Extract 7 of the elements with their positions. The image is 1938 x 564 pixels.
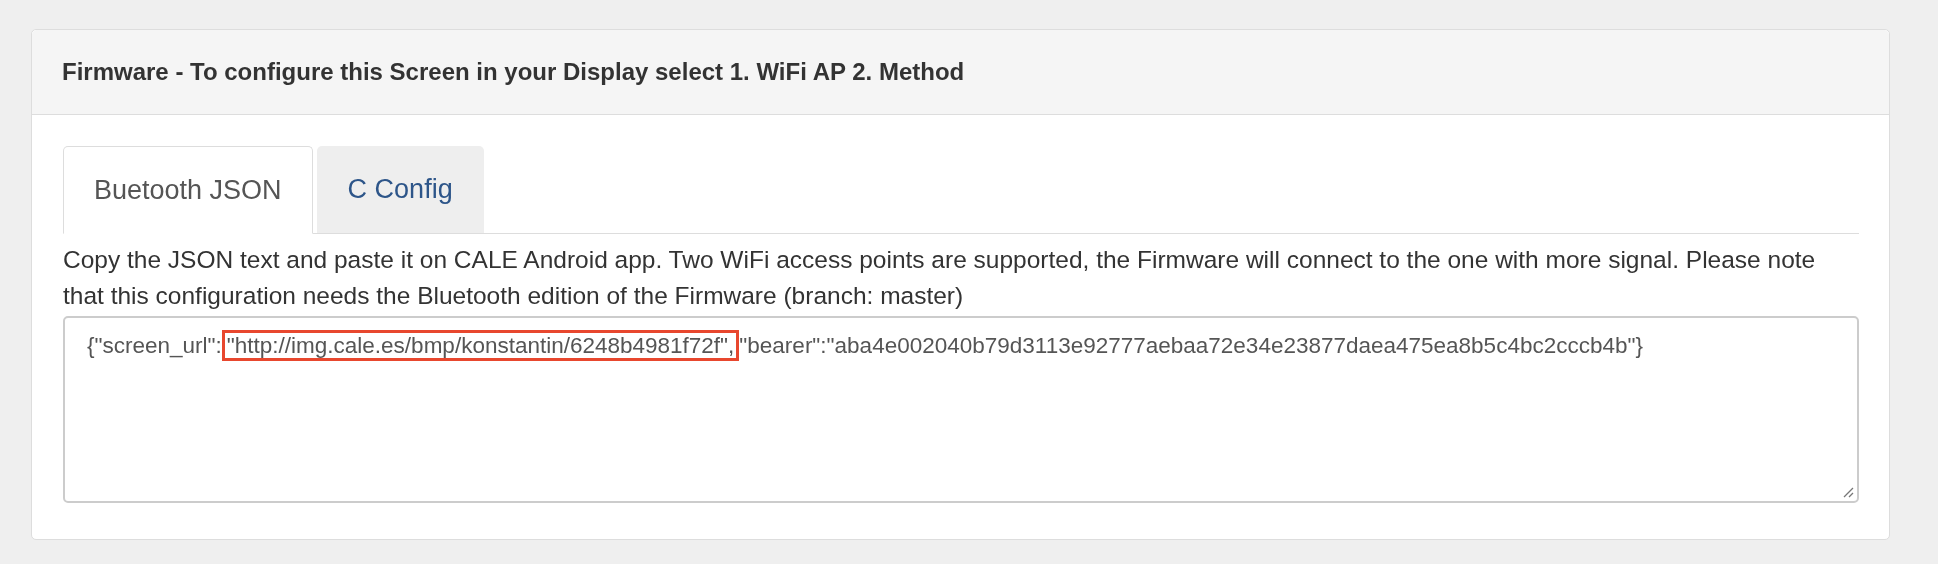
tab[interactable]: C Config	[316, 146, 484, 233]
tab[interactable]: Buetooth JSON	[63, 146, 313, 234]
resize-handle-icon[interactable]	[1843, 487, 1854, 498]
description-text: Copy the JSON text and paste it on CALE Android app. Two WiFi access points are supported, the Firmware will connect to the one with more signal. Please note that this configuration needs the Bluetooth edition of the Firmware (branch: master)	[63, 245, 1817, 311]
panel-title: Firmware - To configure this Screen in your Display select 1. WiFi AP 2. Method	[62, 58, 965, 86]
json-textarea[interactable]: {"screen_url": "http://img.cale.es/bmp/konstantin/6248b4981f72f", "bearer":"aba4e002040b79d3113e92777aebaa72e34e23877daea475ea8b5c4bc2cccb4b"}	[63, 316, 1859, 503]
highlight-box: "http://img.cale.es/bmp/konstantin/6248b4981f72f",	[221, 330, 740, 361]
